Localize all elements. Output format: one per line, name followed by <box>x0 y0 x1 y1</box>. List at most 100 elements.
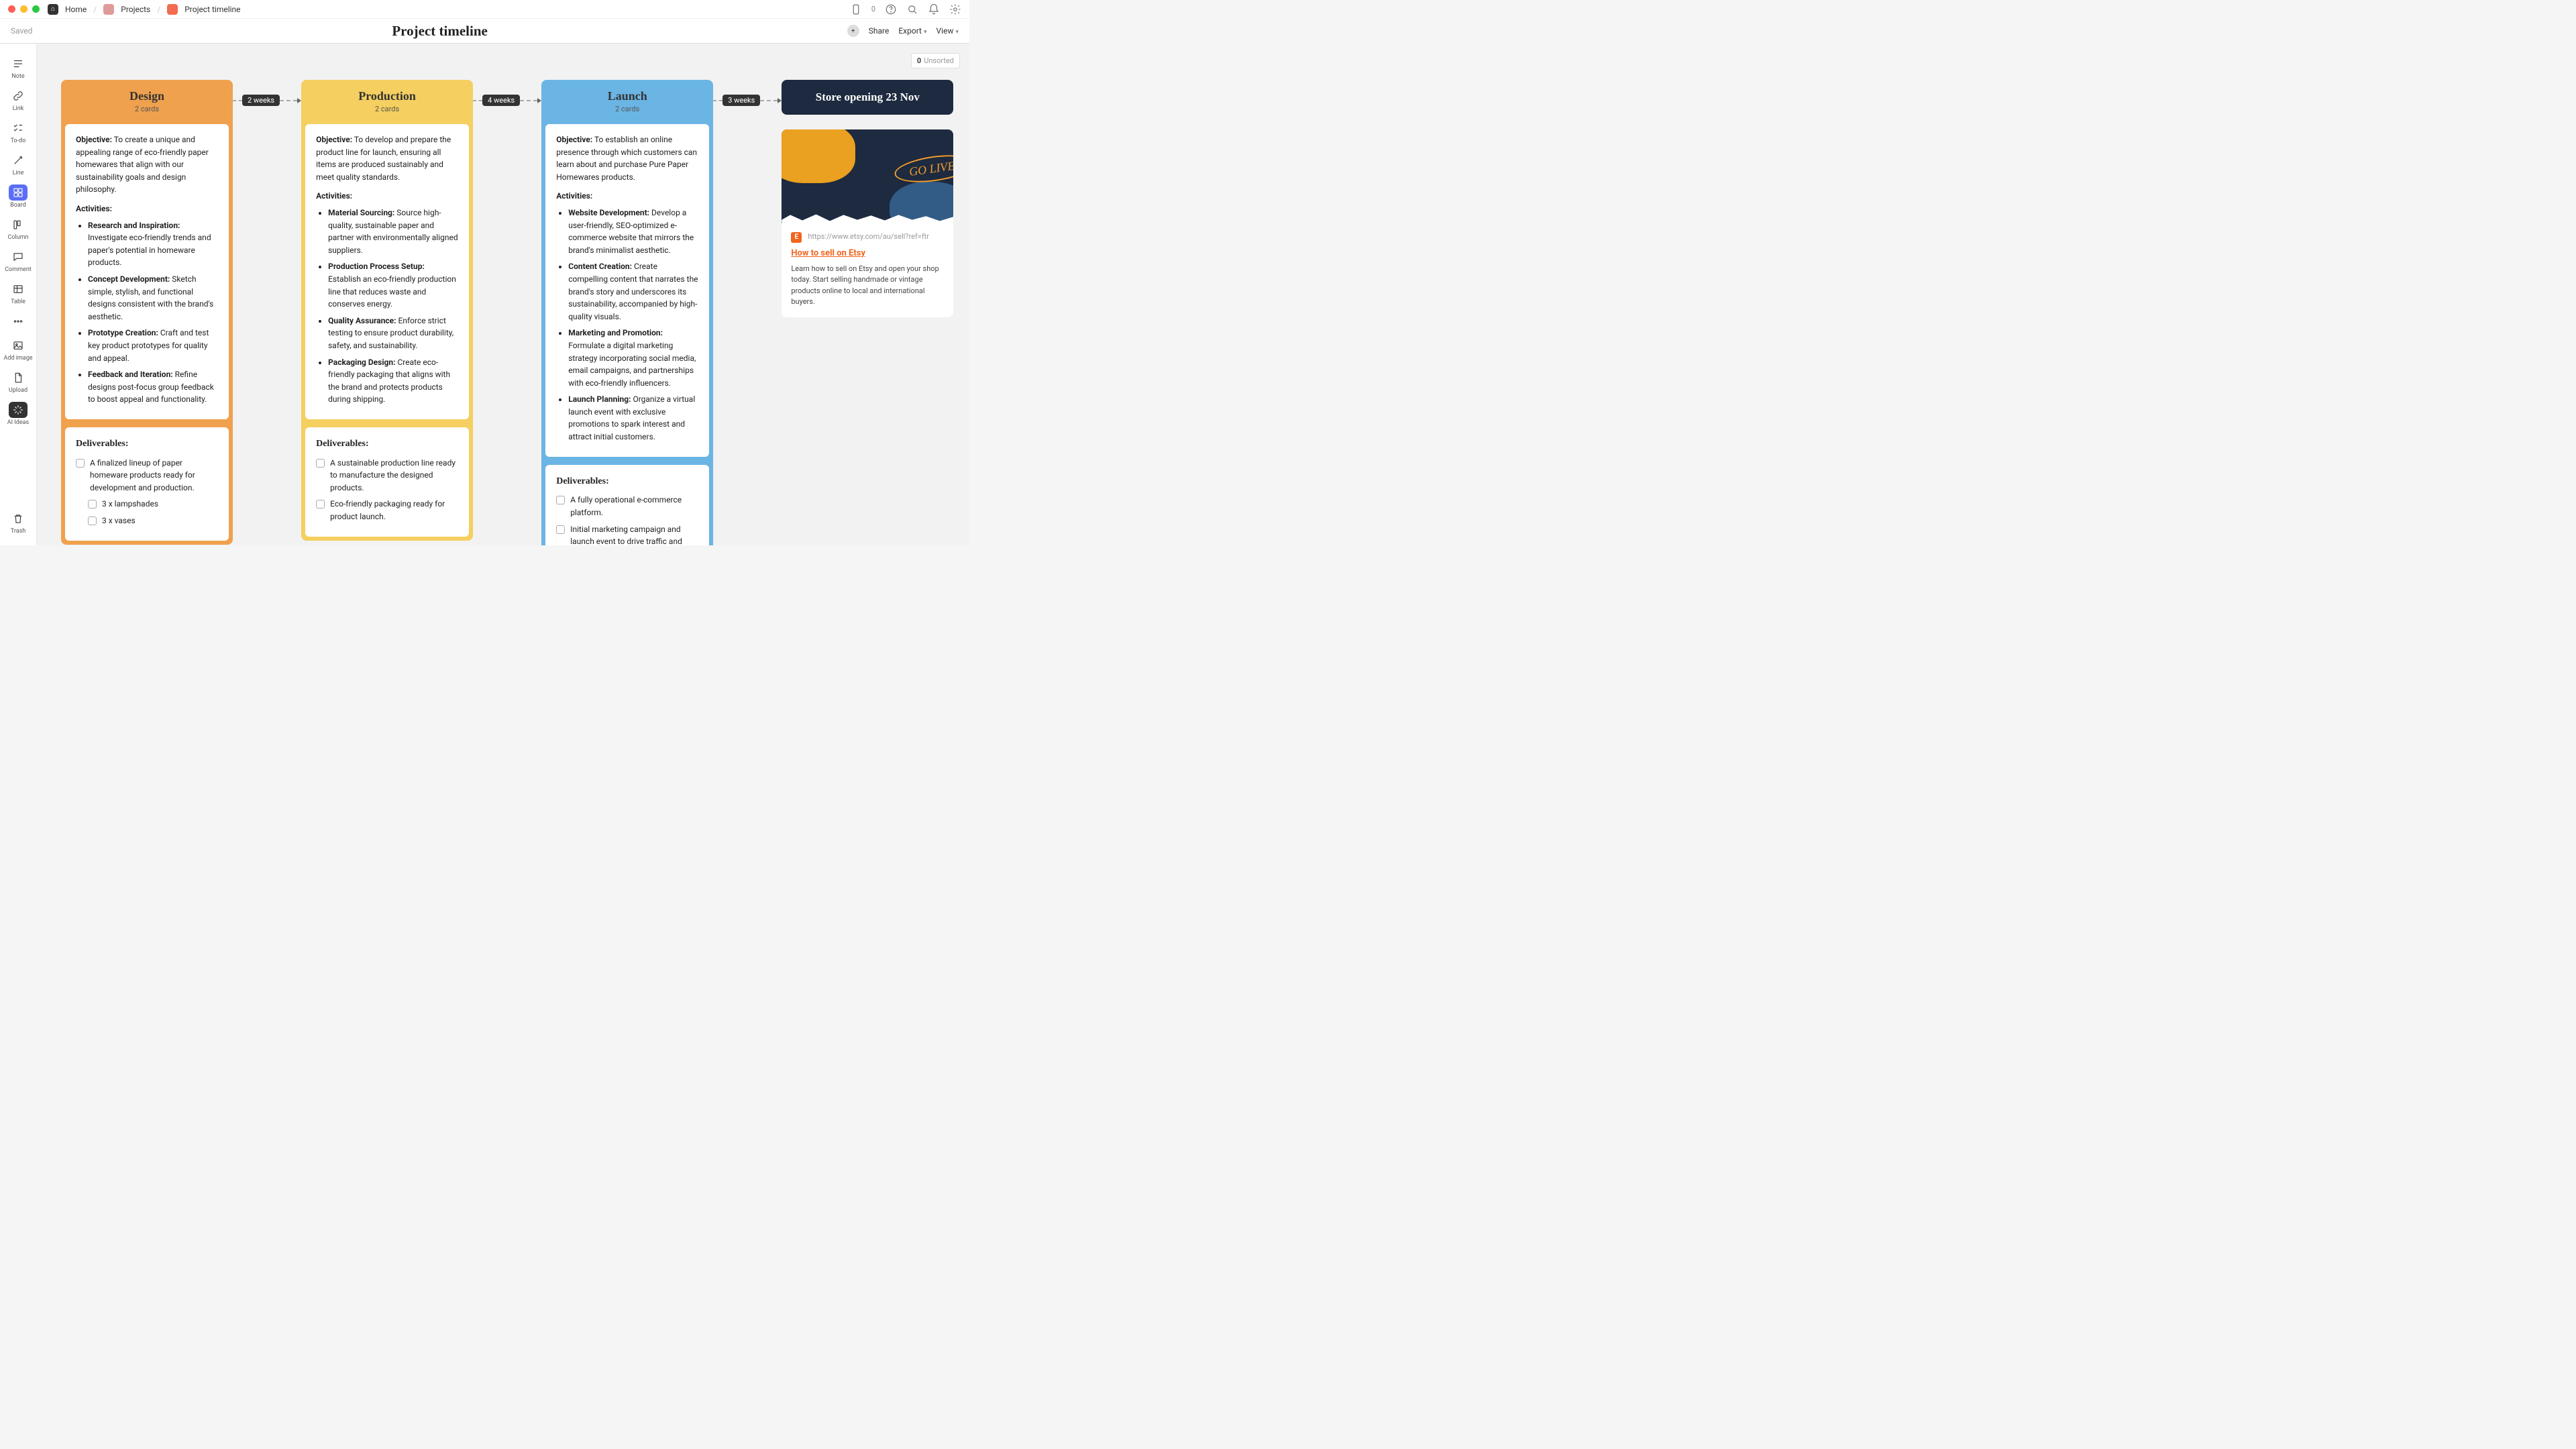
breadcrumb-home[interactable]: Home <box>65 5 87 14</box>
sidebar-item-ai[interactable]: AI Ideas <box>2 399 34 429</box>
breadcrumb-current[interactable]: Project timeline <box>184 5 240 14</box>
objective-label: Objective: <box>316 135 352 144</box>
column-subtitle: 2 cards <box>549 105 705 113</box>
checkbox-icon[interactable] <box>316 459 325 468</box>
left-sidebar: Note Link To-do Line Board Column Commen… <box>0 44 37 545</box>
activity-item: Prototype Creation: Craft and test key p… <box>88 327 218 364</box>
card-deliverables[interactable]: Deliverables: A fully operational e-comm… <box>545 465 709 545</box>
sidebar-item-upload[interactable]: Upload <box>2 367 34 396</box>
column-production[interactable]: Production 2 cards Objective: To develop… <box>301 80 473 541</box>
checkbox-icon[interactable] <box>556 496 565 504</box>
sidebar-label: Table <box>11 299 25 305</box>
close-icon[interactable] <box>8 5 15 13</box>
deliverable-item: A sustainable production line ready to m… <box>316 457 458 494</box>
checkbox-icon[interactable] <box>88 500 97 508</box>
titlebar-right: 0 <box>850 3 961 15</box>
breadcrumb: ⌂ Home / Projects / Project timeline <box>48 4 241 15</box>
separator-icon: / <box>157 5 160 14</box>
card-objective[interactable]: Objective: To develop and prepare the pr… <box>305 124 469 419</box>
canvas[interactable]: 0 Unsorted Design 2 cards Objective: To … <box>37 44 969 545</box>
connector-line <box>280 100 297 101</box>
user-add-icon[interactable]: + <box>847 25 859 37</box>
column-launch[interactable]: Launch 2 cards Objective: To establish a… <box>541 80 713 545</box>
activity-item: Feedback and Iteration: Refine designs p… <box>88 368 218 406</box>
help-icon[interactable] <box>885 3 897 15</box>
board-icon <box>9 184 28 201</box>
activity-item: Quality Assurance: Enforce strict testin… <box>328 315 458 352</box>
sidebar-label: Board <box>10 202 26 209</box>
saved-status: Saved <box>11 26 32 36</box>
gear-icon[interactable] <box>949 3 961 15</box>
sidebar-item-todo[interactable]: To-do <box>2 117 34 147</box>
sidebar-item-board[interactable]: Board <box>2 182 34 211</box>
todo-icon <box>9 120 28 136</box>
share-button[interactable]: Share <box>869 26 890 36</box>
home-icon[interactable]: ⌂ <box>48 4 58 15</box>
folder-icon[interactable] <box>103 4 114 15</box>
doc-icon[interactable] <box>167 4 178 15</box>
column-header: Launch 2 cards <box>541 80 713 120</box>
comment-icon <box>9 249 28 265</box>
sidebar-item-column[interactable]: Column <box>2 214 34 244</box>
end-stack: Store opening 23 Nov GO LIVE! E https://… <box>782 80 953 317</box>
deliverable-item: Eco-friendly packaging ready for product… <box>316 498 458 523</box>
activity-list: Material Sourcing: Source high-quality, … <box>316 207 458 406</box>
card-objective[interactable]: Objective: To establish an online presen… <box>545 124 709 457</box>
connector-badge: 2 weeks <box>242 95 280 106</box>
separator-icon: / <box>93 5 97 14</box>
store-opening-card[interactable]: Store opening 23 Nov <box>782 80 953 115</box>
export-button[interactable]: Export▾ <box>898 26 926 36</box>
connector: 2 weeks <box>233 95 301 106</box>
activity-item: Material Sourcing: Source high-quality, … <box>328 207 458 256</box>
more-icon <box>9 313 28 329</box>
checkbox-icon[interactable] <box>556 525 565 534</box>
maximize-icon[interactable] <box>32 5 40 13</box>
titlebar: ⌂ Home / Projects / Project timeline 0 <box>0 0 969 19</box>
device-icon[interactable] <box>850 3 862 15</box>
sidebar-item-more[interactable] <box>2 311 34 332</box>
sidebar-item-trash[interactable]: Trash <box>2 508 34 537</box>
deliverable-item: 3 x lampshades <box>88 498 218 511</box>
bell-icon[interactable] <box>928 3 940 15</box>
unsorted-button[interactable]: 0 Unsorted <box>911 53 960 68</box>
objective-label: Objective: <box>556 135 592 144</box>
ai-icon <box>9 402 28 418</box>
activity-item: Launch Planning: Organize a virtual laun… <box>568 393 698 443</box>
link-card[interactable]: GO LIVE! E https://www.etsy.com/au/sell?… <box>782 129 953 317</box>
sidebar-label: Link <box>13 105 24 112</box>
sidebar-label: Trash <box>11 528 25 535</box>
trash-icon <box>9 511 28 527</box>
activities-label: Activities: <box>556 190 698 203</box>
upload-icon <box>9 370 28 386</box>
connector-line <box>713 100 722 101</box>
card-deliverables[interactable]: Deliverables: A finalized lineup of pape… <box>65 427 229 541</box>
objective-label: Objective: <box>76 135 112 144</box>
view-button[interactable]: View▾ <box>936 26 959 36</box>
minimize-icon[interactable] <box>20 5 28 13</box>
connector-line <box>760 100 777 101</box>
sidebar-label: Line <box>13 170 24 176</box>
card-deliverables[interactable]: Deliverables: A sustainable production l… <box>305 427 469 537</box>
breadcrumb-projects[interactable]: Projects <box>121 5 150 14</box>
page-title: Project timeline <box>392 23 487 40</box>
activity-list: Website Development: Develop a user-frie… <box>556 207 698 443</box>
sidebar-item-comment[interactable]: Comment <box>2 246 34 276</box>
checkbox-icon[interactable] <box>88 517 97 525</box>
column-design[interactable]: Design 2 cards Objective: To create a un… <box>61 80 233 545</box>
unsorted-label: Unsorted <box>924 56 954 65</box>
checkbox-icon[interactable] <box>316 500 325 508</box>
link-title[interactable]: How to sell on Etsy <box>791 248 944 258</box>
sidebar-item-table[interactable]: Table <box>2 278 34 308</box>
deliverables-title: Deliverables: <box>76 437 218 451</box>
activity-item: Website Development: Develop a user-frie… <box>568 207 698 256</box>
column-subtitle: 2 cards <box>69 105 225 113</box>
checkbox-icon[interactable] <box>76 459 85 468</box>
column-icon <box>9 217 28 233</box>
sidebar-item-addimage[interactable]: Add image <box>2 335 34 364</box>
sidebar-item-note[interactable]: Note <box>2 53 34 83</box>
card-objective[interactable]: Objective: To create a unique and appeal… <box>65 124 229 419</box>
sidebar-item-link[interactable]: Link <box>2 85 34 115</box>
sidebar-item-line[interactable]: Line <box>2 150 34 179</box>
link-thumb: GO LIVE! <box>782 129 953 223</box>
search-icon[interactable] <box>906 3 918 15</box>
